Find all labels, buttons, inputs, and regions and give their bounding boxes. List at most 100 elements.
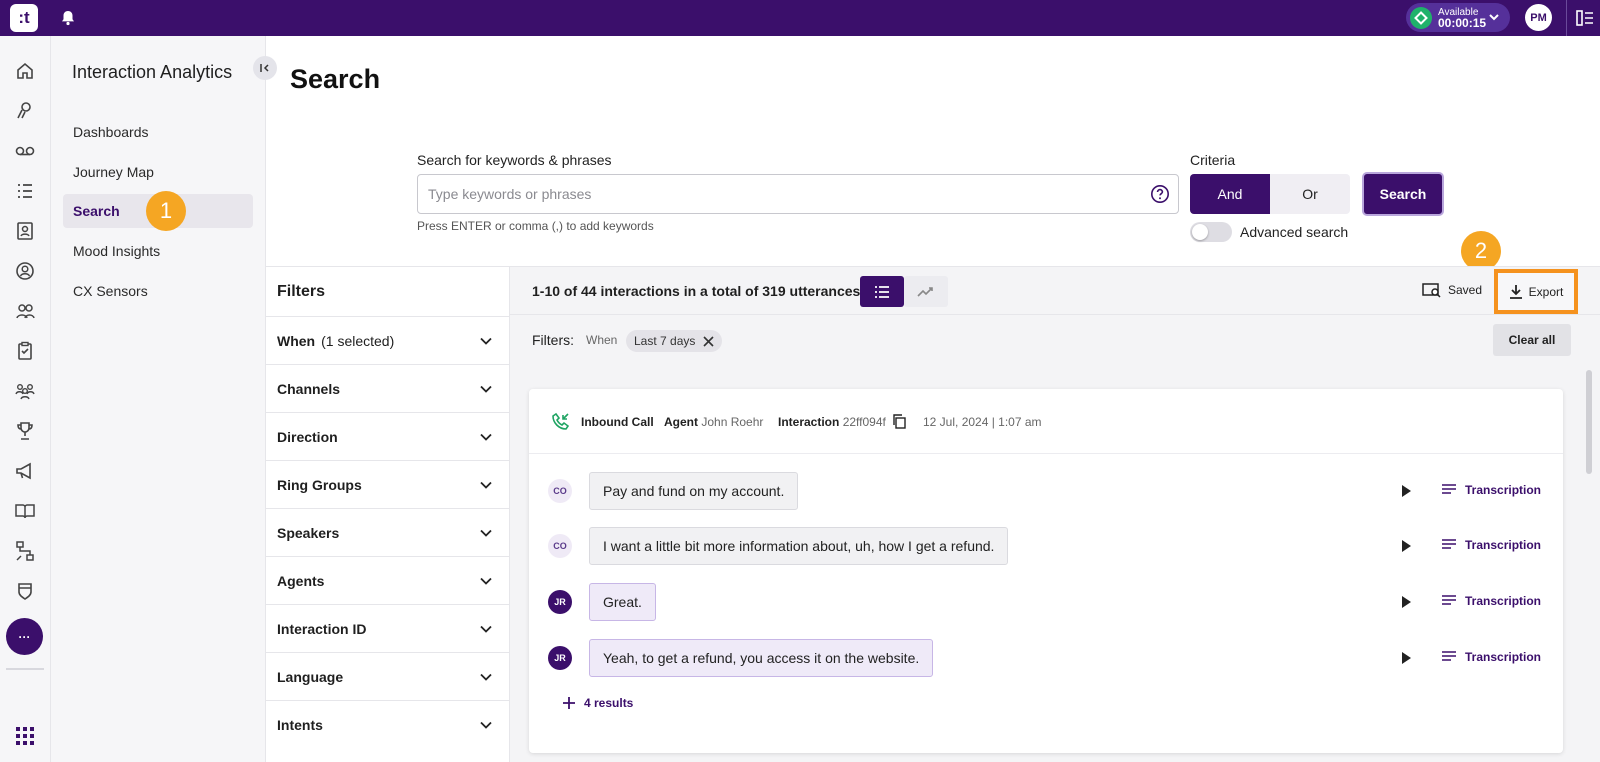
transcription-label: Transcription — [1465, 650, 1542, 664]
side-panel-icon[interactable] — [1576, 9, 1594, 30]
interaction-agent: Agent John Roehr — [664, 415, 763, 429]
interaction-id: Interaction 22ff094f — [778, 415, 886, 429]
advanced-search-toggle[interactable] — [1190, 222, 1232, 242]
utterance-bubble[interactable]: Pay and fund on my account. — [589, 472, 799, 510]
export-button[interactable]: Export — [1494, 269, 1578, 314]
more-results-button[interactable]: 4 results — [562, 696, 633, 710]
transcription-button[interactable]: Transcription — [1441, 594, 1541, 608]
chevron-down-icon — [480, 481, 492, 489]
saved-button[interactable]: Saved — [1422, 282, 1482, 298]
filter-ring-groups[interactable]: Ring Groups — [266, 460, 509, 508]
play-icon[interactable] — [1400, 595, 1412, 612]
transcription-button[interactable]: Transcription — [1441, 650, 1541, 664]
search-input[interactable] — [418, 175, 1118, 213]
clipboard-icon[interactable] — [13, 339, 37, 363]
criteria-or-button[interactable]: Or — [1270, 174, 1350, 214]
filter-label: Direction — [277, 428, 338, 445]
app-grid-icon[interactable] — [15, 726, 35, 749]
play-icon[interactable] — [1400, 651, 1412, 668]
speaker-avatar: CO — [548, 479, 572, 503]
contacts-icon[interactable] — [13, 219, 37, 243]
list-view-button[interactable] — [860, 276, 904, 307]
filter-chip-label: Last 7 days — [634, 334, 696, 348]
availability-status-button[interactable]: Available 00:00:15 — [1406, 3, 1510, 32]
clear-all-button[interactable]: Clear all — [1493, 324, 1571, 356]
play-icon[interactable] — [1400, 484, 1412, 501]
transcription-button[interactable]: Transcription — [1441, 483, 1541, 497]
voicemail-icon[interactable] — [13, 139, 37, 163]
transcription-button[interactable]: Transcription — [1441, 538, 1541, 552]
interaction-id-value: 22ff094f — [842, 415, 886, 429]
journey-icon[interactable] — [13, 99, 37, 123]
filters-title: Filters — [277, 283, 326, 300]
shield-icon[interactable] — [13, 579, 37, 603]
filter-agents[interactable]: Agents — [266, 556, 509, 604]
chevron-down-icon — [1488, 11, 1500, 26]
copy-icon[interactable] — [892, 414, 906, 432]
trend-view-button[interactable] — [904, 276, 948, 307]
trophy-icon[interactable] — [13, 419, 37, 443]
transcription-label: Transcription — [1465, 594, 1542, 608]
left-rail: ··· — [0, 36, 51, 762]
utterance-bubble[interactable]: Yeah, to get a refund, you access it on … — [589, 639, 934, 677]
filter-speakers[interactable]: Speakers — [266, 508, 509, 556]
flow-icon[interactable] — [13, 539, 37, 563]
filter-label: Ring Groups — [277, 476, 362, 493]
saved-search-icon — [1422, 283, 1441, 298]
interaction-header: Inbound Call Agent John Roehr Interactio… — [529, 389, 1563, 454]
book-icon[interactable] — [13, 499, 37, 523]
agent-icon[interactable] — [13, 259, 37, 283]
home-icon[interactable] — [13, 59, 37, 83]
more-apps-button[interactable]: ··· — [6, 618, 43, 655]
criteria-and-button[interactable]: And — [1190, 174, 1270, 214]
megaphone-icon[interactable] — [13, 459, 37, 483]
filter-intents[interactable]: Intents — [266, 700, 509, 748]
export-label: Export — [1528, 284, 1564, 299]
collapse-nav-button[interactable] — [253, 56, 277, 80]
chevron-down-icon — [480, 433, 492, 441]
close-icon[interactable] — [703, 335, 714, 347]
filter-interaction-id[interactable]: Interaction ID — [266, 604, 509, 652]
utterance-bubble[interactable]: Great. — [589, 583, 656, 621]
filter-channels[interactable]: Channels — [266, 364, 509, 412]
chevron-down-icon — [480, 337, 492, 345]
status-timer: 00:00:15 — [1438, 15, 1487, 30]
nav-item-dashboards[interactable]: Dashboards — [63, 115, 253, 149]
chevron-down-icon — [480, 529, 492, 537]
app-logo[interactable]: :t — [10, 4, 38, 32]
download-icon — [1509, 285, 1522, 299]
results-scrollbar[interactable] — [1586, 370, 1592, 474]
groups-icon[interactable] — [13, 379, 37, 403]
search-button[interactable]: Search — [1362, 172, 1444, 216]
results-count: 1-10 of 44 interactions in a total of 31… — [532, 283, 861, 299]
filter-chip: Last 7 days — [626, 330, 723, 352]
nav-item-cx-sensors[interactable]: CX Sensors — [63, 274, 253, 308]
chevron-down-icon — [480, 577, 492, 585]
speaker-avatar: JR — [548, 590, 572, 614]
user-avatar[interactable]: PM — [1525, 4, 1552, 31]
bell-icon[interactable] — [58, 8, 78, 28]
utterance-bubble[interactable]: I want a little bit more information abo… — [589, 527, 1009, 565]
transcript-icon — [1442, 651, 1456, 661]
team-icon[interactable] — [13, 299, 37, 323]
chevron-down-icon — [480, 625, 492, 633]
status-text: Available 00:00:15 — [1438, 7, 1486, 29]
filter-direction[interactable]: Direction — [266, 412, 509, 460]
nav-item-journey-map[interactable]: Journey Map — [63, 155, 253, 189]
play-icon[interactable] — [1400, 539, 1412, 556]
saved-label: Saved — [1448, 283, 1483, 297]
chevron-down-icon — [480, 385, 492, 393]
filter-label: Interaction ID — [277, 620, 367, 637]
list-icon[interactable] — [13, 179, 37, 203]
filter-language[interactable]: Language — [266, 652, 509, 700]
trend-icon — [917, 286, 933, 297]
more-results-label: 4 results — [584, 696, 634, 710]
search-field — [417, 174, 1179, 214]
filter-when[interactable]: When (1 selected) — [266, 316, 509, 364]
nav-item-mood-insights[interactable]: Mood Insights — [63, 234, 253, 268]
interaction-type: Inbound Call — [581, 415, 654, 429]
help-icon[interactable] — [1150, 184, 1170, 207]
chevron-down-icon — [480, 721, 492, 729]
section-nav: Interaction Analytics Dashboards Journey… — [51, 36, 277, 762]
step-badge-1: 1 — [146, 191, 186, 231]
